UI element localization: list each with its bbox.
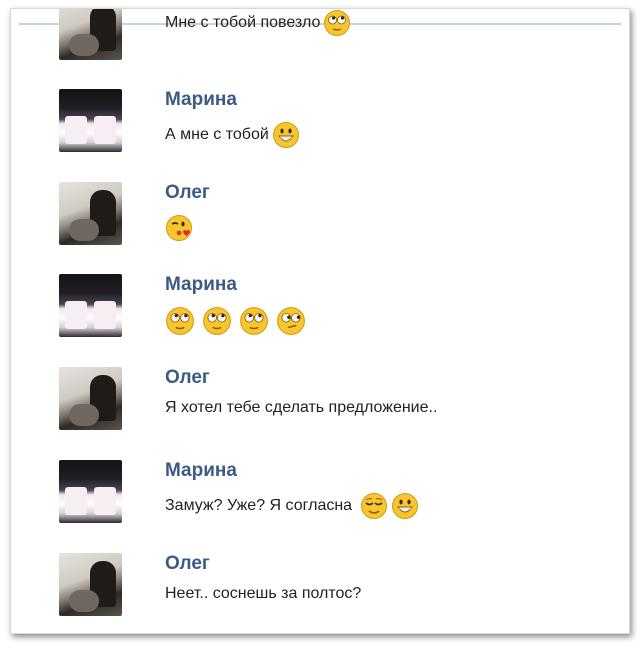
rolling-eyes-side-smiley-icon (276, 306, 305, 335)
screenshot-frame: Мне с тобой повезло Марина А мне с тобой… (10, 8, 630, 634)
rolling-eyes-smiley-icon (165, 306, 194, 335)
message-text: Замуж? Уже? Я согласна (165, 492, 419, 520)
message-text (165, 306, 313, 335)
message-item: Марина А мне с тобой (59, 89, 599, 159)
avatar[interactable] (59, 274, 122, 337)
message-text-content: Я хотел тебе сделать предложение.. (165, 399, 438, 416)
chat-history: Мне с тобой повезло Марина А мне с тобой… (11, 9, 629, 633)
avatar[interactable] (59, 460, 122, 523)
rolling-eyes-smiley-icon (202, 306, 231, 335)
kiss-wink-smiley-icon (165, 214, 193, 242)
message-item: Олег (59, 182, 599, 252)
rolling-eyes-smiley-icon (323, 9, 351, 37)
message-text: А мне с тобой (165, 121, 300, 149)
author-name[interactable]: Олег (165, 367, 210, 389)
message-item: Марина (59, 274, 599, 344)
message-item: Марина Замуж? Уже? Я согласна (59, 460, 599, 530)
author-name[interactable]: Олег (165, 182, 210, 204)
grin-smiley-icon (272, 121, 300, 149)
message-text-content: А мне с тобой (165, 126, 269, 143)
grin-smiley-icon (391, 492, 419, 520)
avatar[interactable] (59, 553, 122, 616)
message-text: Неет.. соснешь за полтос? (165, 585, 361, 603)
message-item: Олег Неет.. соснешь за полтос? (59, 553, 599, 623)
author-name[interactable]: Марина (165, 460, 237, 482)
message-text-content: Замуж? Уже? Я согласна (165, 497, 353, 514)
author-name[interactable]: Марина (165, 274, 237, 296)
avatar[interactable] (59, 182, 122, 245)
rolling-eyes-smiley-icon (239, 306, 268, 335)
avatar[interactable] (59, 89, 122, 152)
message-item: Олег Я хотел тебе сделать предложение.. (59, 367, 599, 437)
avatar[interactable] (59, 367, 122, 430)
avatar[interactable] (59, 9, 122, 60)
relieved-smiley-icon (360, 492, 388, 520)
message-text-content: Неет.. соснешь за полтос? (165, 585, 362, 602)
message-text (165, 214, 193, 242)
author-name[interactable]: Марина (165, 89, 237, 111)
message-text: Мне с тобой повезло (165, 9, 351, 37)
message-text: Я хотел тебе сделать предложение.. (165, 399, 437, 417)
message-text-content: Мне с тобой повезло (165, 14, 321, 31)
author-name[interactable]: Олег (165, 553, 210, 575)
message-item: Мне с тобой повезло (59, 9, 599, 67)
